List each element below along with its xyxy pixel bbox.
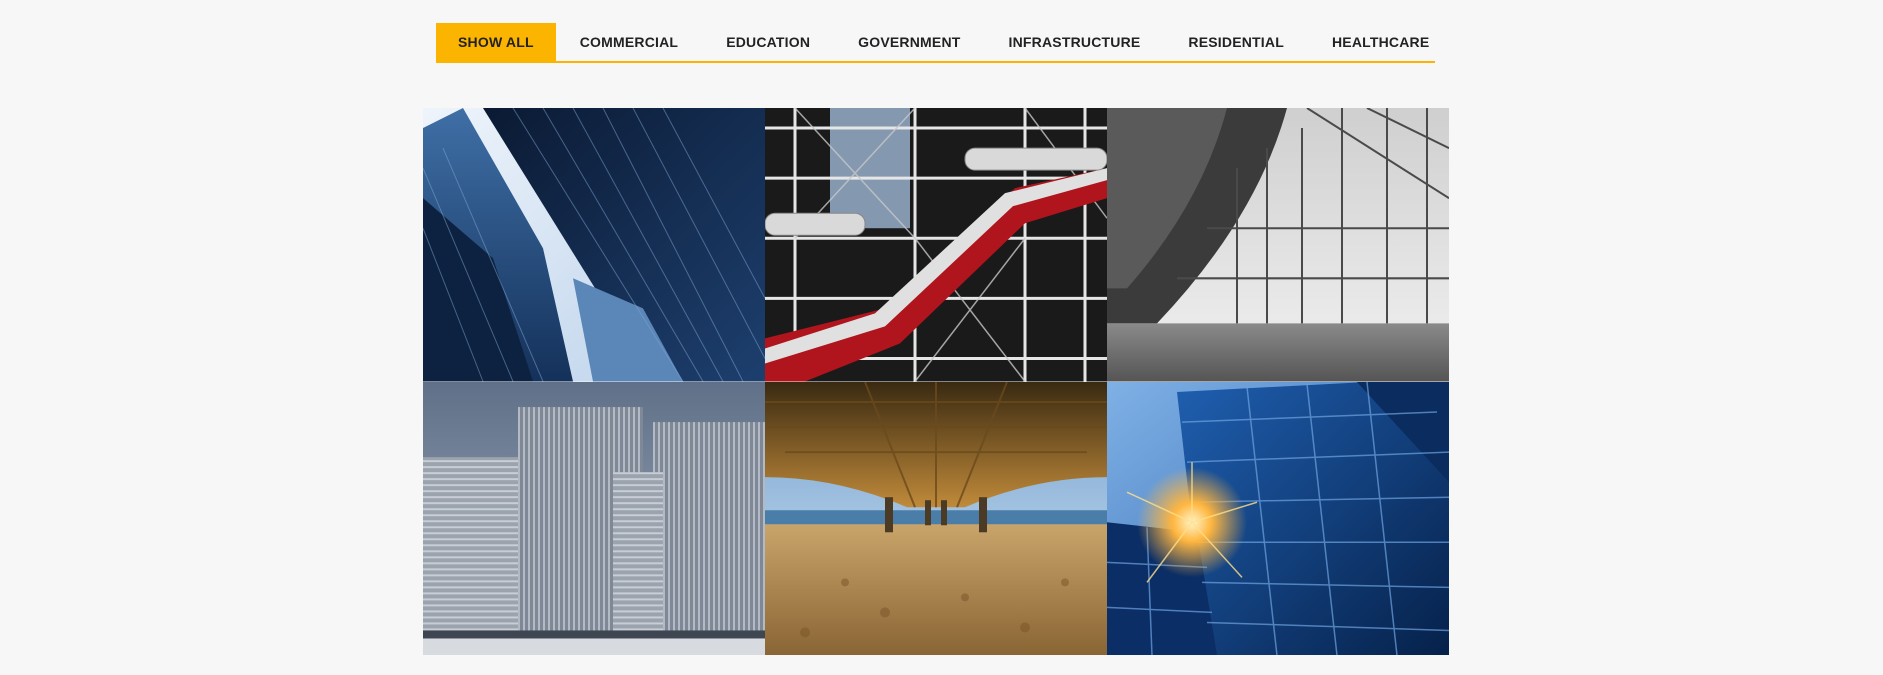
pier-beach-image [765, 381, 1107, 655]
filter-infrastructure[interactable]: INFRASTRUCTURE [985, 23, 1165, 61]
filter-show-all[interactable]: SHOW ALL [436, 23, 556, 61]
portfolio-filter-bar: SHOW ALL COMMERCIAL EDUCATION GOVERNMENT… [436, 23, 1435, 63]
filter-education[interactable]: EDUCATION [702, 23, 834, 61]
gallery-tile-blue-tower[interactable] [1107, 381, 1449, 655]
filter-healthcare[interactable]: HEALTHCARE [1308, 23, 1453, 61]
gallery-tile-glass-atrium[interactable] [1107, 108, 1449, 382]
gallery-tile-skyscrapers[interactable] [423, 108, 765, 382]
gallery-tile-office-towers[interactable] [423, 381, 765, 655]
gallery-tile-escalator-facade[interactable] [765, 108, 1107, 382]
blue-tower-image [1107, 381, 1449, 655]
portfolio-gallery [423, 108, 1449, 655]
skyscrapers-image [423, 108, 765, 382]
filter-government[interactable]: GOVERNMENT [834, 23, 984, 61]
office-towers-image [423, 381, 765, 655]
glass-atrium-image [1107, 108, 1449, 382]
escalator-facade-image [765, 108, 1107, 382]
gallery-tile-pier-beach[interactable] [765, 381, 1107, 655]
filter-commercial[interactable]: COMMERCIAL [556, 23, 702, 61]
filter-residential[interactable]: RESIDENTIAL [1164, 23, 1308, 61]
